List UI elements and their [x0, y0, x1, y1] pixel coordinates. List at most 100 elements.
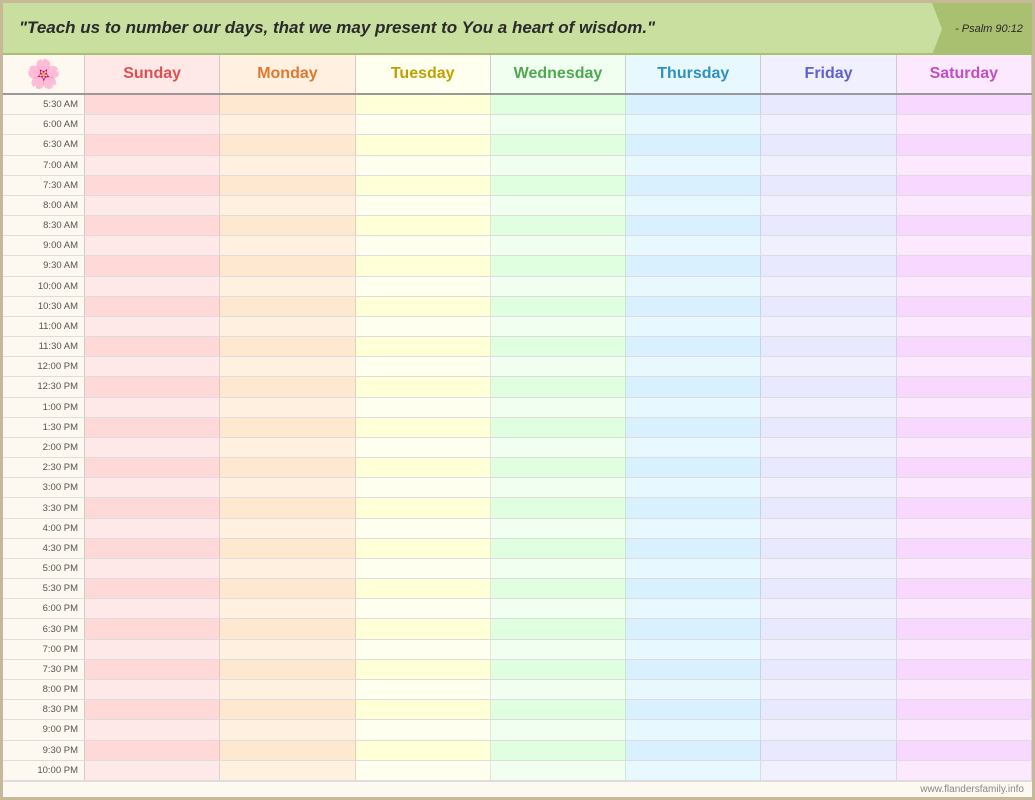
schedule-cell[interactable]: [356, 700, 491, 719]
schedule-cell[interactable]: [761, 640, 896, 659]
schedule-cell[interactable]: [491, 398, 626, 417]
schedule-cell[interactable]: [897, 640, 1032, 659]
schedule-cell[interactable]: [761, 478, 896, 497]
schedule-cell[interactable]: [220, 337, 355, 356]
schedule-cell[interactable]: [897, 458, 1032, 477]
schedule-cell[interactable]: [220, 478, 355, 497]
schedule-cell[interactable]: [626, 619, 761, 638]
schedule-cell[interactable]: [761, 236, 896, 255]
schedule-cell[interactable]: [761, 700, 896, 719]
schedule-cell[interactable]: [220, 377, 355, 396]
schedule-cell[interactable]: [85, 761, 220, 780]
schedule-cell[interactable]: [491, 438, 626, 457]
schedule-cell[interactable]: [220, 741, 355, 760]
schedule-cell[interactable]: [761, 599, 896, 618]
schedule-cell[interactable]: [356, 539, 491, 558]
schedule-cell[interactable]: [626, 599, 761, 618]
schedule-cell[interactable]: [85, 95, 220, 114]
schedule-cell[interactable]: [761, 156, 896, 175]
schedule-cell[interactable]: [761, 539, 896, 558]
schedule-cell[interactable]: [761, 761, 896, 780]
schedule-cell[interactable]: [761, 579, 896, 598]
schedule-cell[interactable]: [220, 680, 355, 699]
schedule-cell[interactable]: [356, 640, 491, 659]
schedule-cell[interactable]: [897, 115, 1032, 134]
schedule-cell[interactable]: [626, 579, 761, 598]
schedule-cell[interactable]: [761, 176, 896, 195]
schedule-cell[interactable]: [85, 377, 220, 396]
schedule-cell[interactable]: [491, 720, 626, 739]
schedule-cell[interactable]: [220, 277, 355, 296]
schedule-cell[interactable]: [220, 599, 355, 618]
schedule-cell[interactable]: [220, 317, 355, 336]
schedule-cell[interactable]: [356, 317, 491, 336]
schedule-cell[interactable]: [897, 236, 1032, 255]
schedule-cell[interactable]: [85, 579, 220, 598]
schedule-cell[interactable]: [897, 398, 1032, 417]
schedule-cell[interactable]: [761, 337, 896, 356]
schedule-cell[interactable]: [220, 539, 355, 558]
schedule-cell[interactable]: [85, 135, 220, 154]
schedule-cell[interactable]: [626, 176, 761, 195]
schedule-cell[interactable]: [897, 438, 1032, 457]
schedule-cell[interactable]: [897, 519, 1032, 538]
schedule-cell[interactable]: [220, 398, 355, 417]
schedule-cell[interactable]: [897, 176, 1032, 195]
schedule-cell[interactable]: [491, 95, 626, 114]
schedule-cell[interactable]: [220, 559, 355, 578]
schedule-cell[interactable]: [626, 680, 761, 699]
schedule-cell[interactable]: [626, 539, 761, 558]
schedule-cell[interactable]: [626, 317, 761, 336]
schedule-cell[interactable]: [356, 418, 491, 437]
schedule-cell[interactable]: [491, 196, 626, 215]
schedule-cell[interactable]: [220, 297, 355, 316]
schedule-cell[interactable]: [626, 720, 761, 739]
schedule-cell[interactable]: [220, 357, 355, 376]
schedule-cell[interactable]: [626, 236, 761, 255]
schedule-cell[interactable]: [761, 559, 896, 578]
schedule-cell[interactable]: [897, 256, 1032, 275]
schedule-cell[interactable]: [626, 498, 761, 517]
schedule-cell[interactable]: [626, 216, 761, 235]
schedule-cell[interactable]: [220, 95, 355, 114]
schedule-cell[interactable]: [491, 579, 626, 598]
schedule-cell[interactable]: [897, 317, 1032, 336]
schedule-cell[interactable]: [897, 680, 1032, 699]
schedule-cell[interactable]: [897, 377, 1032, 396]
schedule-cell[interactable]: [897, 599, 1032, 618]
schedule-cell[interactable]: [85, 176, 220, 195]
schedule-cell[interactable]: [220, 236, 355, 255]
schedule-cell[interactable]: [626, 478, 761, 497]
schedule-cell[interactable]: [626, 559, 761, 578]
schedule-cell[interactable]: [897, 539, 1032, 558]
schedule-cell[interactable]: [85, 357, 220, 376]
schedule-cell[interactable]: [897, 216, 1032, 235]
schedule-cell[interactable]: [897, 95, 1032, 114]
schedule-cell[interactable]: [761, 418, 896, 437]
schedule-cell[interactable]: [491, 559, 626, 578]
schedule-cell[interactable]: [491, 418, 626, 437]
schedule-cell[interactable]: [897, 498, 1032, 517]
schedule-cell[interactable]: [897, 337, 1032, 356]
schedule-cell[interactable]: [491, 176, 626, 195]
schedule-cell[interactable]: [220, 176, 355, 195]
schedule-cell[interactable]: [85, 236, 220, 255]
schedule-cell[interactable]: [220, 498, 355, 517]
schedule-cell[interactable]: [491, 741, 626, 760]
schedule-cell[interactable]: [220, 720, 355, 739]
schedule-cell[interactable]: [220, 579, 355, 598]
schedule-cell[interactable]: [356, 196, 491, 215]
schedule-cell[interactable]: [356, 599, 491, 618]
schedule-cell[interactable]: [356, 398, 491, 417]
schedule-cell[interactable]: [491, 640, 626, 659]
schedule-cell[interactable]: [897, 196, 1032, 215]
schedule-cell[interactable]: [220, 115, 355, 134]
schedule-cell[interactable]: [220, 135, 355, 154]
schedule-cell[interactable]: [85, 277, 220, 296]
schedule-cell[interactable]: [491, 216, 626, 235]
schedule-cell[interactable]: [491, 700, 626, 719]
schedule-cell[interactable]: [356, 478, 491, 497]
schedule-cell[interactable]: [85, 196, 220, 215]
schedule-cell[interactable]: [85, 700, 220, 719]
schedule-cell[interactable]: [761, 317, 896, 336]
